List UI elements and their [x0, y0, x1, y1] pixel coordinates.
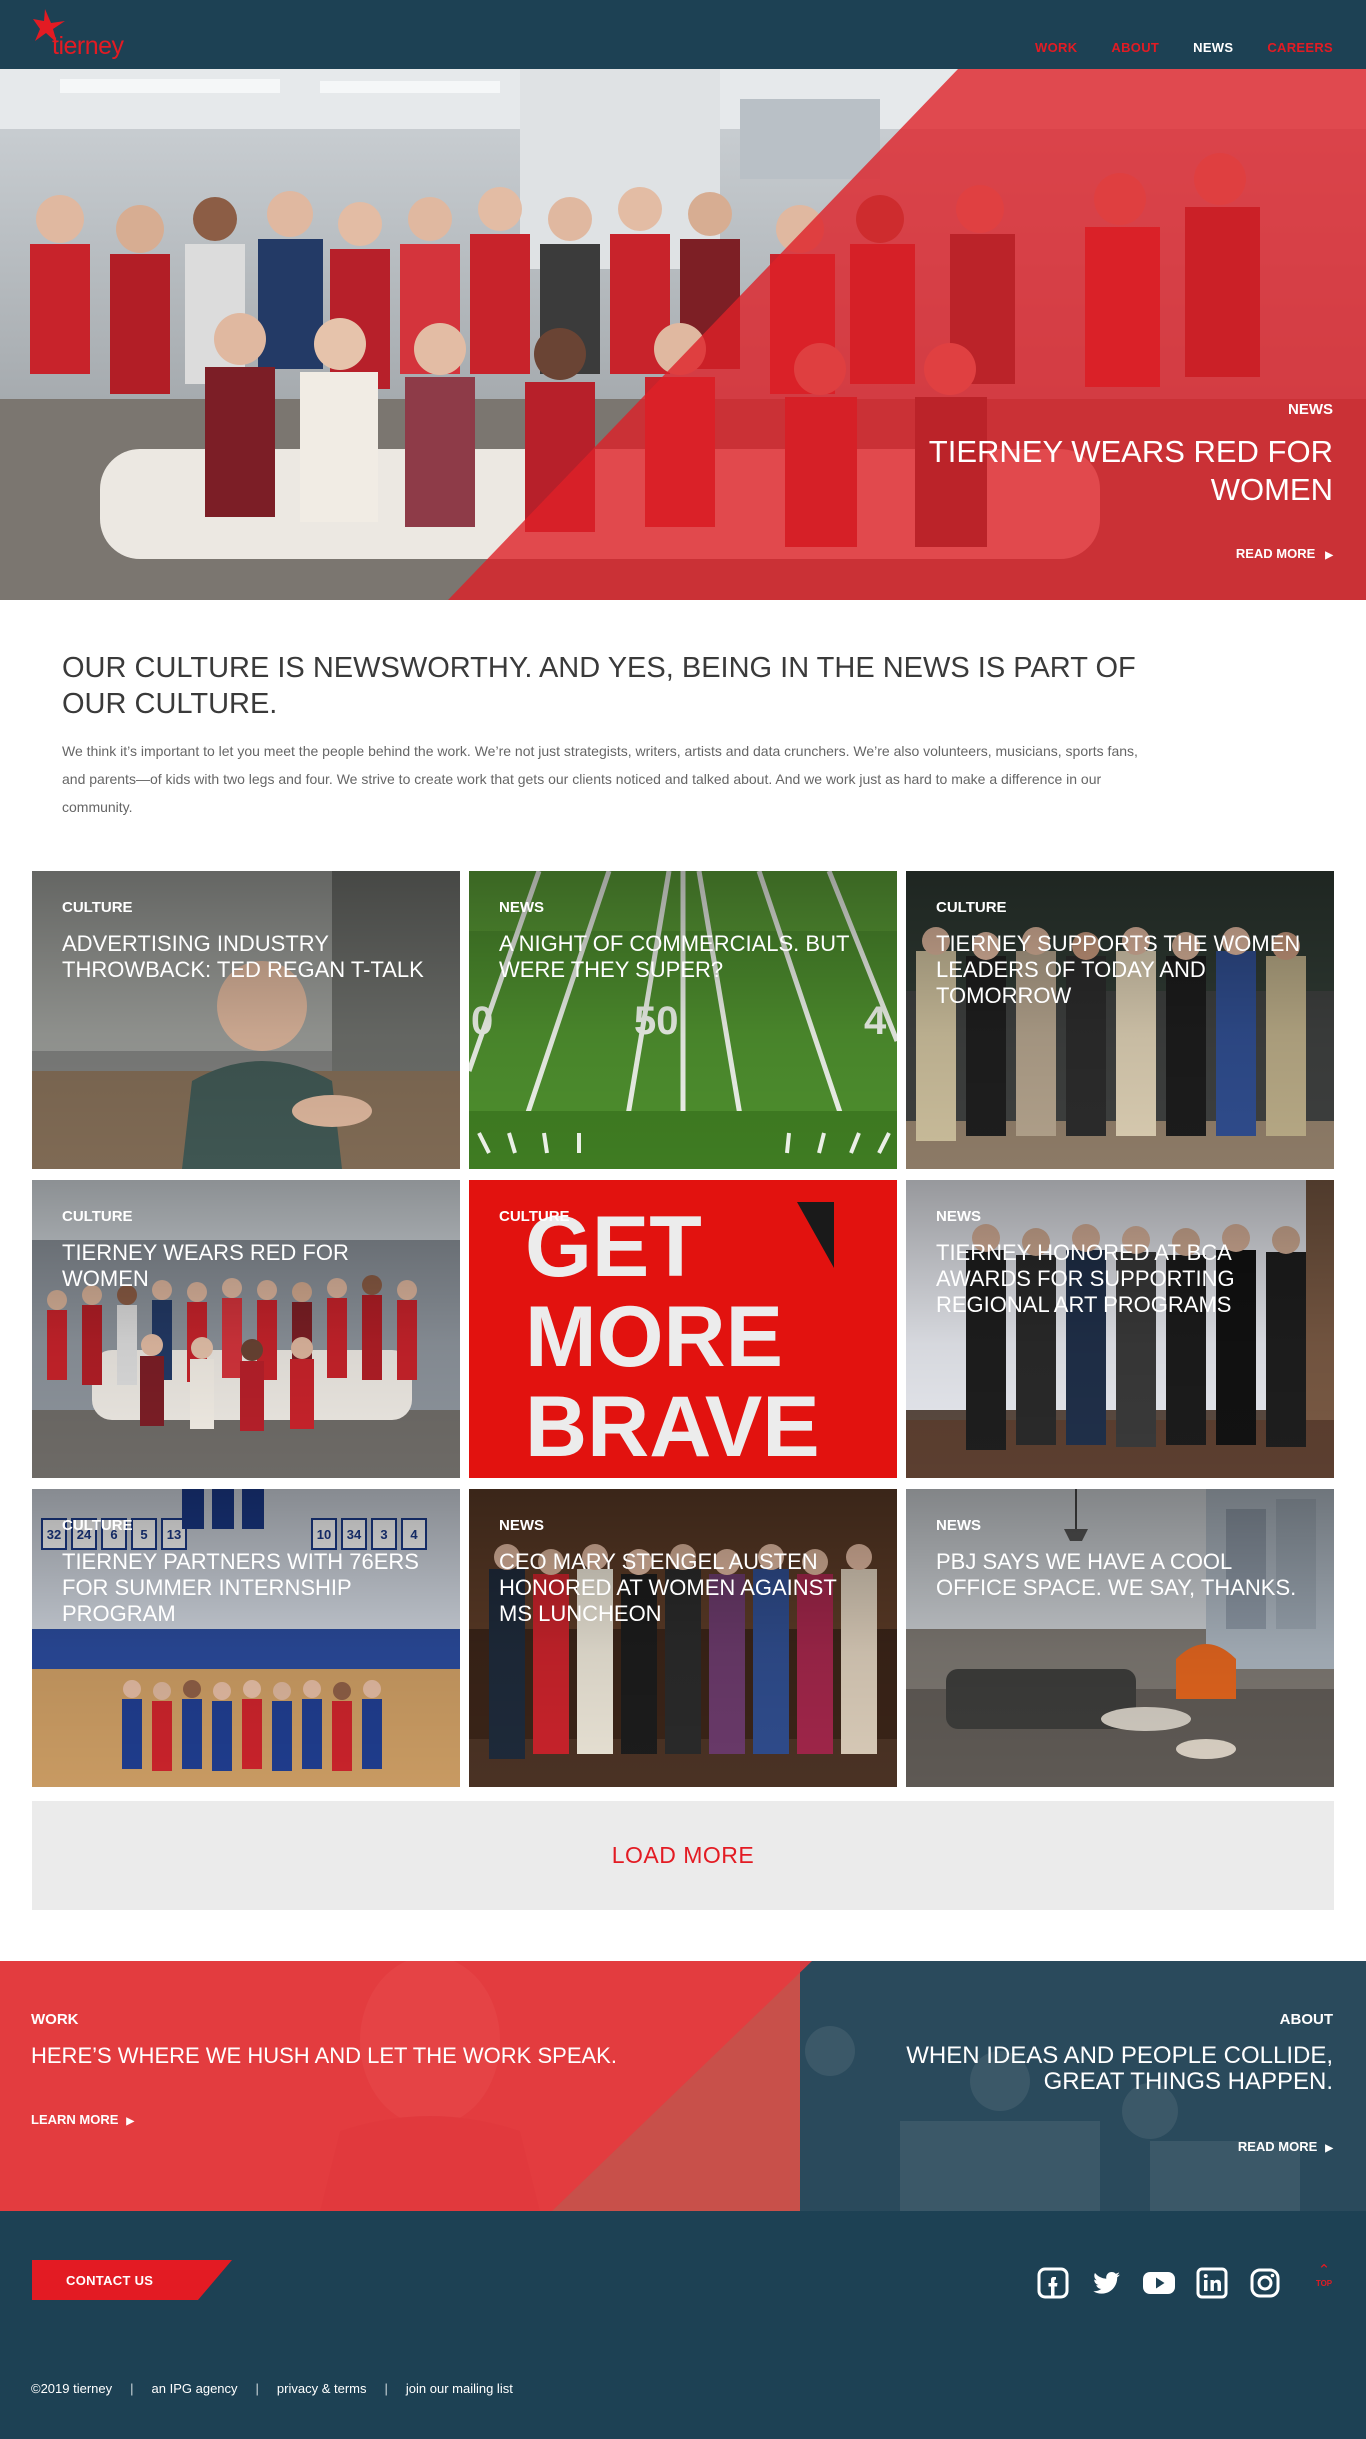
- card-title[interactable]: TIERNEY HONORED AT BCA AWARDS FOR SUPPOR…: [936, 1240, 1311, 1318]
- work-learn-more-link[interactable]: LEARN MORE ▶: [31, 2112, 134, 2127]
- load-more-button[interactable]: LOAD MORE: [32, 1801, 1334, 1910]
- card-title[interactable]: A NIGHT OF COMMERCIALS. BUT WERE THEY SU…: [499, 931, 874, 983]
- nav-work[interactable]: WORK: [1035, 40, 1077, 55]
- card-category: CULTURE: [62, 1208, 133, 1225]
- card-category: NEWS: [499, 1517, 544, 1534]
- news-card[interactable]: 0 50 4 NEWS A NIGHT OF COMMERCIALS. BUT …: [469, 871, 897, 1169]
- news-card[interactable]: NEWS PBJ SAYS WE HAVE A COOL OFFICE SPAC…: [906, 1489, 1334, 1787]
- contact-us-label: CONTACT US: [66, 2272, 154, 2288]
- twitter-icon[interactable]: [1088, 2265, 1124, 2301]
- site-footer: CONTACT US ⌃ TOP ©2019 tierney | an IPG …: [0, 2211, 1366, 2439]
- hero-banner[interactable]: NEWS TIERNEY WEARS RED FOR WOMEN READ MO…: [0, 69, 1366, 600]
- news-card[interactable]: NEWS CEO MARY STENGEL AUSTEN HONORED AT …: [469, 1489, 897, 1787]
- contact-us-button[interactable]: CONTACT US: [32, 2260, 232, 2300]
- nav-news[interactable]: NEWS: [1193, 40, 1233, 55]
- work-learn-more-label: LEARN MORE: [31, 2112, 119, 2127]
- about-category: ABOUT: [1279, 2011, 1333, 2028]
- ipg-agency-link[interactable]: an IPG agency: [152, 2381, 238, 2396]
- divider: |: [384, 2381, 388, 2396]
- poster-line-more: MORE: [525, 1289, 783, 1385]
- intro-section: OUR CULTURE IS NEWSWORTHY. AND YES, BEIN…: [62, 650, 1152, 821]
- facebook-icon[interactable]: [1035, 2265, 1071, 2301]
- youtube-icon[interactable]: [1141, 2265, 1177, 2301]
- chevron-up-icon: ⌃: [1317, 2262, 1331, 2279]
- copyright-text: ©2019 tierney: [31, 2381, 113, 2396]
- card-category: CULTURE: [62, 1517, 133, 1534]
- about-title[interactable]: WHEN IDEAS AND PEOPLE COLLIDE, GREAT THI…: [883, 2043, 1333, 2095]
- hero-category: NEWS: [1288, 401, 1333, 418]
- poster-line-brave: BRAVE: [525, 1379, 820, 1475]
- back-to-top-link[interactable]: ⌃ TOP: [1313, 2262, 1335, 2289]
- news-card[interactable]: GET MORE BRAVE CULTURE: [469, 1180, 897, 1478]
- divider: |: [255, 2381, 259, 2396]
- news-card[interactable]: CULTURE TIERNEY WEARS RED FOR WOMEN: [32, 1180, 460, 1478]
- intro-heading: OUR CULTURE IS NEWSWORTHY. AND YES, BEIN…: [62, 652, 1136, 720]
- linkedin-icon[interactable]: [1194, 2265, 1230, 2301]
- about-read-more-label: READ MORE: [1237, 2139, 1318, 2154]
- card-category: NEWS: [499, 899, 544, 916]
- work-category: WORK: [31, 2011, 79, 2028]
- card-title[interactable]: TIERNEY SUPPORTS THE WOMEN LEADERS OF TO…: [936, 931, 1311, 1009]
- card-category: CULTURE: [499, 1208, 570, 1225]
- card-category: CULTURE: [62, 899, 133, 916]
- card-title[interactable]: CEO MARY STENGEL AUSTEN HONORED AT WOMEN…: [499, 1549, 874, 1627]
- privacy-terms-link[interactable]: privacy & terms: [277, 2381, 367, 2396]
- card-category: CULTURE: [936, 899, 1007, 916]
- load-more-label: LOAD MORE: [611, 1842, 755, 1868]
- logo-text: tierney: [52, 32, 124, 60]
- card-title[interactable]: PBJ SAYS WE HAVE A COOL OFFICE SPACE. WE…: [936, 1549, 1311, 1601]
- work-title[interactable]: HERE’S WHERE WE HUSH AND LET THE WORK SP…: [31, 2043, 617, 2069]
- card-title[interactable]: TIERNEY WEARS RED FOR WOMEN: [62, 1240, 437, 1292]
- card-title[interactable]: ADVERTISING INDUSTRY THROWBACK: TED REGA…: [62, 931, 437, 983]
- nav-careers[interactable]: CAREERS: [1267, 40, 1333, 55]
- tierney-logo[interactable]: tierney: [33, 9, 143, 61]
- site-header: tierney WORK ABOUT NEWS CAREERS: [0, 0, 1366, 69]
- hero-read-more-link[interactable]: READ MORE ▶: [1236, 546, 1333, 561]
- mailing-list-link[interactable]: join our mailing list: [406, 2381, 513, 2396]
- news-card[interactable]: CULTURE ADVERTISING INDUSTRY THROWBACK: …: [32, 871, 460, 1169]
- main-nav: WORK ABOUT NEWS CAREERS: [1035, 40, 1333, 55]
- card-title[interactable]: TIERNEY PARTNERS WITH 76ERS FOR SUMMER I…: [62, 1549, 437, 1627]
- about-read-more-link[interactable]: READ MORE ▶: [1238, 2139, 1333, 2154]
- news-card[interactable]: CULTURE TIERNEY SUPPORTS THE WOMEN LEADE…: [906, 871, 1334, 1169]
- play-arrow-icon: ▶: [1325, 550, 1333, 561]
- hero-title[interactable]: TIERNEY WEARS RED FOR WOMEN: [873, 433, 1333, 509]
- top-label: TOP: [1315, 2279, 1333, 2288]
- play-arrow-icon: ▶: [1325, 2143, 1333, 2154]
- intro-paragraph: We think it’s important to let you meet …: [62, 743, 1138, 815]
- card-category: NEWS: [936, 1208, 981, 1225]
- instagram-icon[interactable]: [1247, 2265, 1283, 2301]
- nav-about[interactable]: ABOUT: [1111, 40, 1159, 55]
- footer-legal-links: ©2019 tierney | an IPG agency | privacy …: [31, 2381, 513, 2396]
- card-category: NEWS: [936, 1517, 981, 1534]
- play-arrow-icon: ▶: [126, 2116, 135, 2127]
- news-card[interactable]: NEWS TIERNEY HONORED AT BCA AWARDS FOR S…: [906, 1180, 1334, 1478]
- hero-read-more-label: READ MORE: [1235, 546, 1316, 561]
- news-card[interactable]: 32 24 6 5 13 10 34 3 4: [32, 1489, 460, 1787]
- divider: |: [130, 2381, 134, 2396]
- social-links: [1035, 2265, 1283, 2301]
- work-about-promo: WORK HERE’S WHERE WE HUSH AND LET THE WO…: [0, 1961, 1366, 2211]
